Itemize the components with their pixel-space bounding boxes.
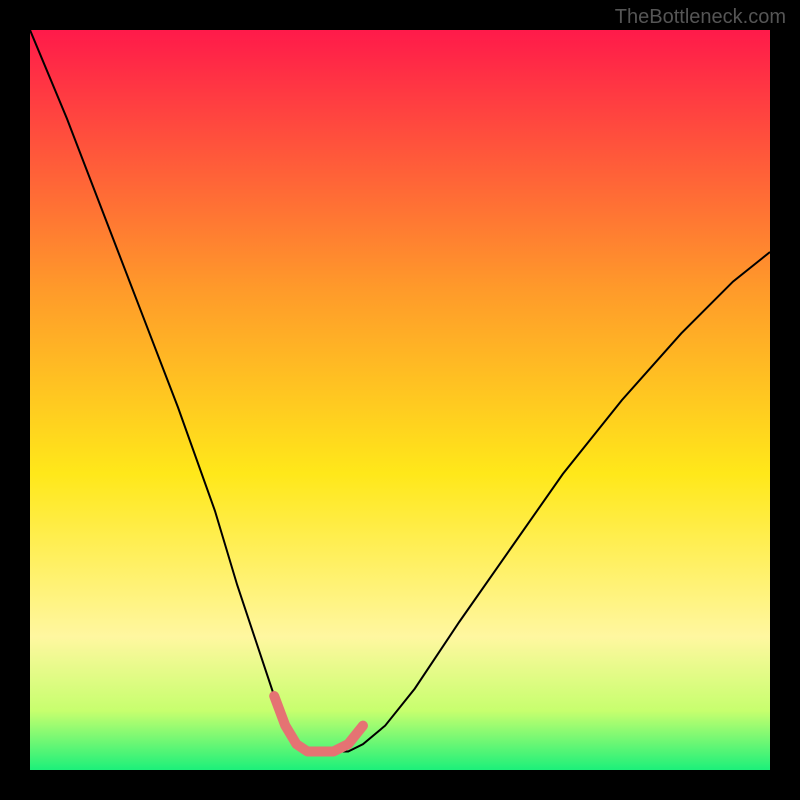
bottleneck-chart	[30, 30, 770, 770]
watermark-text: TheBottleneck.com	[615, 6, 786, 29]
gradient-background	[30, 30, 770, 770]
chart-container: TheBottleneck.com	[0, 0, 800, 800]
